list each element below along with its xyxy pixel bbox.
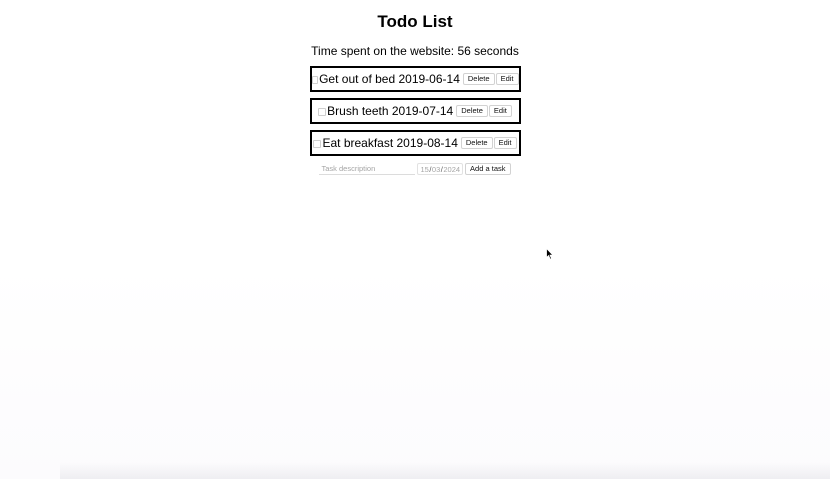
task-description-input[interactable] [319, 163, 416, 175]
todo-text: Brush teeth 2019-07-14 [327, 104, 454, 118]
todo-checkbox[interactable] [313, 140, 322, 148]
page-title: Todo List [377, 12, 453, 31]
todo-text: Eat breakfast 2019-08-14 [322, 136, 458, 150]
todo-list: Get out of bed 2019-06-14 Delete Edit Br… [309, 66, 521, 162]
edit-button[interactable]: Edit [495, 73, 519, 85]
date-month[interactable]: 03 [432, 165, 440, 174]
delete-button[interactable]: Delete [456, 105, 488, 117]
edit-button[interactable]: Edit [493, 137, 517, 149]
todo-item: Eat breakfast 2019-08-14 Delete Edit [309, 130, 521, 156]
task-date-input[interactable]: 15 / 03 / 2024 [417, 163, 464, 175]
todo-checkbox[interactable] [318, 108, 327, 116]
delete-button[interactable]: Delete [462, 73, 495, 85]
window-bottom-shadow [60, 462, 830, 479]
todo-item: Get out of bed 2019-06-14 Delete Edit [309, 66, 521, 92]
add-task-form: 15 / 03 / 2024 Add a task [319, 162, 511, 176]
edit-button[interactable]: Edit [488, 105, 512, 117]
date-year[interactable]: 2024 [443, 165, 460, 174]
delete-button[interactable]: Delete [460, 137, 493, 149]
time-spent-text: Time spent on the website: 56 seconds [311, 44, 519, 58]
date-day[interactable]: 15 [420, 165, 428, 174]
todo-app: Todo List Time spent on the website: 56 … [0, 0, 830, 176]
todo-checkbox[interactable] [311, 76, 319, 84]
todo-text: Get out of bed 2019-06-14 [319, 72, 460, 86]
add-task-button[interactable]: Add a task [465, 163, 511, 175]
todo-item: Brush teeth 2019-07-14 Delete Edit [309, 98, 521, 124]
mouse-pointer-icon [546, 248, 554, 260]
